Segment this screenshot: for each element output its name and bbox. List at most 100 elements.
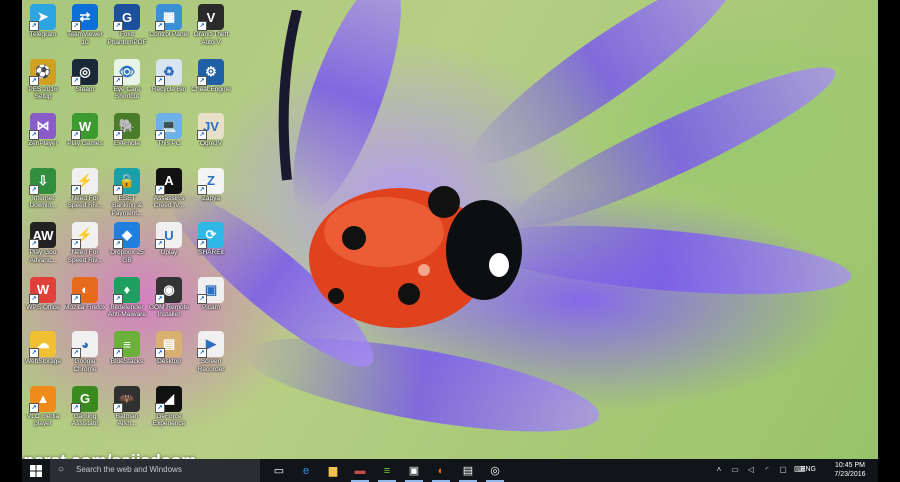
taskbar-button-store[interactable]: ▣ <box>401 459 427 482</box>
desktop-icon[interactable]: ☁ ↗ WebStorage <box>22 329 64 381</box>
shortcut-arrow-icon: ↗ <box>71 348 81 358</box>
desktop-icon[interactable]: ▣ ↗ Picam <box>190 275 232 327</box>
eset-icon: 🔒 ↗ <box>113 167 140 195</box>
desktop-icon-label: Steam <box>75 85 95 93</box>
desktop-icon[interactable]: A ↗ Assassin's Creed IV... <box>148 166 190 218</box>
desktop-icon[interactable]: 🐘 ↗ Evernote <box>106 111 148 163</box>
taskbar-button-edge[interactable]: e <box>293 459 319 482</box>
volume-icon[interactable]: ◁ <box>746 465 756 475</box>
desktop-icon-label: Google Chrome <box>73 358 97 373</box>
edge-icon: e <box>302 464 310 477</box>
desktop-icon[interactable]: W ↗ Play Games <box>64 111 106 163</box>
shortcut-arrow-icon: ↗ <box>197 21 207 31</box>
assassins-creed-icon: A ↗ <box>155 167 182 195</box>
play-games-icon: W ↗ <box>71 113 98 140</box>
taskbar-button-bluestacks-taskbar[interactable]: ≡ <box>374 459 400 482</box>
taskbar-button-media-player[interactable]: ▬ <box>347 459 373 482</box>
shortcut-arrow-icon: ↗ <box>155 348 165 358</box>
shortcut-arrow-icon: ↗ <box>29 239 39 249</box>
desktop-icon[interactable]: ⋈ ↗ ZenPlayer <box>22 111 64 163</box>
desktop-icon[interactable]: 👁 ↗ Eye Care Shortcut <box>106 57 148 109</box>
desktop-icon[interactable]: G ↗ Gaming Assistant <box>64 384 106 436</box>
taskbar-button-obs[interactable]: ◎ <box>482 459 508 482</box>
this-pc-icon: 💻 ↗ <box>155 113 182 140</box>
desktop-icon[interactable]: ▦ ↗ Control Panel <box>148 2 190 54</box>
desktop-icon[interactable]: ♻ ↗ Recycle Bin <box>148 57 190 109</box>
desktop-icon[interactable]: ◆ ↗ Dropbox 25 GB <box>106 220 148 272</box>
picam-icon: ▣ ↗ <box>197 276 224 304</box>
network-icon[interactable]: ◜ <box>762 465 772 475</box>
desktop-icon[interactable]: V ↗ Grand Theft Auto V <box>190 2 232 54</box>
desktop-icon[interactable]: G ↗ Foxit PhantomPDF <box>106 2 148 54</box>
desktop-icon[interactable]: 💻 ↗ This PC <box>148 111 190 163</box>
desktop-icon[interactable]: ◉ ↗ GOM Remote Installer <box>148 275 190 327</box>
dropbox-icon: ◆ ↗ <box>113 222 140 249</box>
zapya-icon: Z ↗ <box>197 167 224 195</box>
start-button[interactable] <box>22 459 50 482</box>
steam-icon: ◎ ↗ <box>71 58 98 86</box>
notification-icon[interactable]: ▢ <box>778 465 788 475</box>
ogrejv-icon: JV ↗ <box>197 113 224 140</box>
clock-date[interactable]: 7/23/2016 <box>830 471 870 478</box>
desktop-icon[interactable]: ◕ ↗ Google Chrome <box>64 329 106 381</box>
desktop-icon[interactable]: JV ↗ OgreJV <box>190 111 232 163</box>
desktop-icon-label: ZenPlayer <box>28 140 58 147</box>
desktop-icon[interactable]: ▤ ↗ Desktop <box>148 329 190 381</box>
desktop-icon-label: Play Games <box>67 140 103 147</box>
desktop-icon-label: Need For Speed Riv... <box>67 194 103 210</box>
battery-icon[interactable]: ▭ <box>730 465 740 475</box>
steam-glyph: ◎ <box>79 63 91 79</box>
desktop-icon-label: This PC <box>157 140 181 147</box>
shortcut-arrow-icon: ↗ <box>71 239 81 249</box>
taskbar-button-screen-recorder-taskbar[interactable]: ▤ <box>455 459 481 482</box>
taskbar-search-box[interactable]: ○ Search the web and Windows <box>50 459 260 482</box>
desktop-icon[interactable]: 🔒 ↗ ESET Banking & Payment... <box>106 166 148 218</box>
bluestacks-icon: ≡ ↗ <box>113 331 140 358</box>
desktop-icon-label: Grand Theft Auto V <box>193 31 229 46</box>
shortcut-arrow-icon: ↗ <box>197 348 207 358</box>
chevron-up-icon[interactable]: ˄ <box>714 465 724 475</box>
search-icon: ○ <box>58 464 65 475</box>
gaming-assistant-glyph: G <box>79 391 91 406</box>
desktop-icon[interactable]: ≡ ↗ BlueStacks <box>106 329 148 381</box>
desktop-icon-label: Uplay <box>160 249 178 256</box>
teamviewer-glyph: ⇄ <box>79 9 91 24</box>
desktop-icon[interactable]: ◐ ↗ Mozilla Firefox <box>64 275 106 327</box>
taskbar-button-task-view[interactable]: ▭ <box>266 459 292 482</box>
desktop-icon[interactable]: ⚡ ↗ Need For Speed Riv... <box>64 220 106 272</box>
desktop-icon[interactable]: ➤ ↗ Telegram <box>22 2 64 54</box>
desktop-icon-label: Control Panel <box>149 31 189 38</box>
desktop-icon-label: OgreJV <box>199 140 223 147</box>
desktop-icon-label: Need For Speed Riv... <box>67 249 103 264</box>
shortcut-arrow-icon: ↗ <box>29 21 39 31</box>
desktop-icon[interactable]: ⟳ ↗ SHAREit <box>190 220 232 272</box>
internet-download-glyph: ⇩ <box>37 172 49 188</box>
desktop-icon[interactable]: ◎ ↗ Steam <box>64 57 106 109</box>
desktop-icon[interactable]: ♦ ↗ Bitdefender Anti-Malware <box>106 275 148 327</box>
desktop-icon[interactable]: ⇄ ↗ TeamViewer 10 <box>64 2 106 54</box>
desktop-icon[interactable]: AW ↗ Play Goo Advanc... <box>22 220 64 272</box>
desktop-icon[interactable]: U ↗ Uplay <box>148 220 190 272</box>
desktop-icon[interactable]: ▶ ↗ Screen Recorder <box>190 329 232 381</box>
taskbar-button-file-explorer[interactable]: ▆ <box>320 459 346 482</box>
shortcut-arrow-icon: ↗ <box>155 21 165 31</box>
gta-glyph: V <box>206 9 216 25</box>
desktop-icon-label: ESET Banking & Payment... <box>111 194 143 217</box>
taskbar-button-firefox-taskbar[interactable]: ◐ <box>428 459 454 482</box>
desktop-icon[interactable]: ⇩ ↗ Internet Downlo... <box>22 166 64 218</box>
desktop-icon-label: Assassin's Creed IV... <box>153 194 185 210</box>
shortcut-arrow-icon: ↗ <box>71 184 81 195</box>
foxit-pdf-icon: G ↗ <box>113 4 140 31</box>
nfs2-icon: ⚡ ↗ <box>71 222 98 249</box>
desktop-icon[interactable]: ⚡ ↗ Need For Speed Riv... <box>64 166 106 218</box>
desktop-icon[interactable]: ◢ ↗ GeForce Experience <box>148 384 190 436</box>
clock-time[interactable]: 10:45 PM <box>830 462 870 469</box>
desktop-icon[interactable]: W ↗ WPS Office <box>22 275 64 327</box>
desktop-icon[interactable]: ⚽ ↗ PES 2016 Setup <box>22 57 64 109</box>
language-indicator[interactable]: ENG <box>801 466 816 473</box>
obs-icon: ◎ <box>490 465 500 477</box>
desktop-icon[interactable]: 🦇 ↗ Batman Arkh... <box>106 384 148 436</box>
desktop-icon[interactable]: ⚙ ↗ Cheat Engine <box>190 57 232 109</box>
desktop-icon[interactable]: Z ↗ Zapya <box>190 166 232 218</box>
desktop-icon[interactable]: ▲ ↗ VLC media player <box>22 384 64 436</box>
